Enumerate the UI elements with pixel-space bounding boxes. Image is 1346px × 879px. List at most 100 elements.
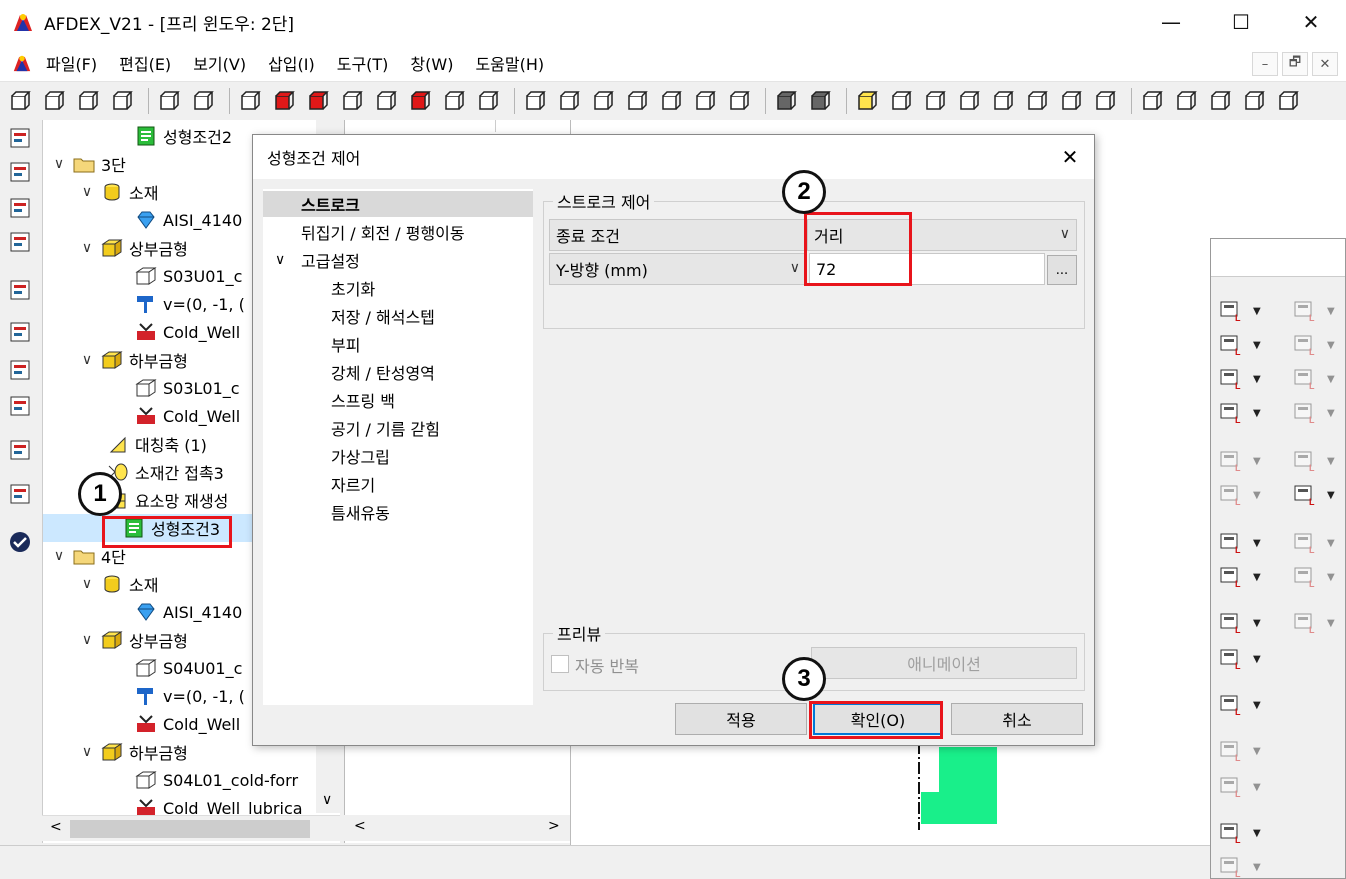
tree-row[interactable]: ∨ 상부금형 [79,626,188,654]
minimize-button[interactable]: — [1136,0,1206,44]
palette-icon[interactable] [806,87,834,115]
open-folder-icon[interactable] [74,87,102,115]
tree-row[interactable]: ∨ 3단 [51,150,126,178]
direction-select[interactable]: Y-방향 (mm) ∨ [549,253,807,285]
new-file-icon[interactable] [6,87,34,115]
wl-icon[interactable]: L ▼ [1219,645,1275,673]
cube-side-icon[interactable] [372,87,400,115]
head-icon[interactable] [725,87,753,115]
box-shade-icon[interactable] [1023,87,1051,115]
hatch-icon[interactable]: L ▼ [1293,609,1346,637]
check-icon[interactable] [8,530,32,554]
list-up-icon[interactable] [8,320,32,344]
tree-hscroll-thumb[interactable] [70,820,310,838]
cube-section-icon[interactable] [474,87,502,115]
nav-item[interactable]: 공기 / 기름 갇힘 [331,415,440,441]
layer-icon[interactable]: L ▼ [1293,529,1346,557]
apply-button[interactable]: 적용 [675,703,807,735]
menu-help[interactable]: 도움말(H) [475,51,544,75]
menu-file[interactable]: 파일(F) [46,51,97,75]
display-icon[interactable] [8,230,32,254]
spring-h-icon[interactable]: L ▼ [1219,609,1275,637]
chevron-down-icon[interactable]: ∨ [51,548,67,564]
chevron-down-icon[interactable]: ∨ [79,576,95,592]
tree-row[interactable]: ∨ 하부금형 [79,738,188,766]
pen-icon[interactable]: L ▼ [1293,365,1346,393]
zoom-fit-icon[interactable] [1206,87,1234,115]
chevron-down-icon[interactable]: ∨ [51,156,67,172]
auto-repeat-checkbox[interactable] [551,655,569,673]
import-icon[interactable] [155,87,183,115]
cube-cut-icon[interactable] [440,87,468,115]
nav-item[interactable]: 강체 / 탄성영역 [331,359,435,385]
zoom-window-icon[interactable] [1138,87,1166,115]
box-front-icon[interactable] [887,87,915,115]
result-icon[interactable] [8,196,32,220]
cube-red-icon[interactable] [270,87,298,115]
chevron-down-icon[interactable]: ∨ [79,744,95,760]
hammer-h-icon[interactable]: L ▼ [1219,365,1275,393]
part-l-icon[interactable]: L ▼ [1219,737,1275,765]
nav-item[interactable]: 뒤집기 / 회전 / 평행이동 [301,219,465,245]
rotate-ccw-icon[interactable] [691,87,719,115]
nav-item[interactable]: 가상그립 [331,443,390,469]
nav-item[interactable]: 부피 [331,331,360,357]
fl-icon[interactable]: L ▼ [1219,691,1275,719]
menu-window[interactable]: 창(W) [410,51,453,75]
tree-row[interactable]: ∨ 소재 [79,178,158,206]
monitor-icon[interactable] [8,278,32,302]
box-grid-icon[interactable] [921,87,949,115]
chevron-down-icon[interactable]: ∨ [79,184,95,200]
swap-icon[interactable] [1057,87,1085,115]
chevron-down-icon[interactable]: ∨ [79,240,95,256]
tree-row[interactable]: Cold_Well [107,402,240,430]
rotate-down-icon[interactable] [623,87,651,115]
nav-item[interactable]: 틈새유동 [331,499,390,525]
animation-button[interactable]: 애니메이션 [811,647,1077,679]
mid-scroll-right-icon[interactable]: > [548,818,560,834]
material-l-icon[interactable]: L ▼ [1219,331,1275,359]
tree-row[interactable]: ∨ 소재 [79,570,158,598]
box-mesh-icon[interactable] [989,87,1017,115]
cm-icon[interactable]: L ▼ [1219,563,1275,591]
tree-view-icon[interactable] [8,126,32,150]
die-l2-icon[interactable]: L ▼ [1219,481,1275,509]
tree-row[interactable]: 성형조건2 [107,122,232,150]
model-icon[interactable] [8,160,32,184]
zoom-in-icon[interactable] [1172,87,1200,115]
tree-row[interactable]: AISI_4140 [107,598,242,626]
tree-horizontal-scrollbar[interactable]: < [42,815,340,841]
nav-item[interactable]: 자르기 [331,471,375,497]
pan-hand-icon[interactable] [1240,87,1268,115]
chevron-down-icon[interactable]: ∨ [79,632,95,648]
rotate-cw-icon[interactable] [657,87,685,115]
nav-item[interactable]: ∨ 고급설정 [275,247,360,273]
cancel-button[interactable]: 취소 [951,703,1083,735]
rotate-y-icon[interactable] [555,87,583,115]
animal-icon[interactable]: L ▼ [1293,331,1346,359]
box-wire-icon[interactable] [955,87,983,115]
cube-red-top-icon[interactable] [406,87,434,115]
tree-row[interactable]: 대칭축 (1) [79,430,207,458]
part-l2-icon[interactable]: L ▼ [1219,773,1275,801]
browse-button[interactable]: ... [1047,255,1077,285]
tree-row[interactable]: Cold_Well [107,318,240,346]
nav-item[interactable]: 스트로크 [263,191,533,217]
menu-view[interactable]: 보기(V) [193,51,246,75]
dialog-close-button[interactable]: ✕ [1058,145,1082,169]
middle-horizontal-scrollbar[interactable]: < > [344,815,570,841]
cube-outline-icon[interactable] [338,87,366,115]
rotate-x-icon[interactable] [521,87,549,115]
menu-edit[interactable]: 편집(E) [119,51,171,75]
cube-wire-icon[interactable] [236,87,264,115]
compare-icon[interactable] [8,438,32,462]
flag-icon[interactable]: L ▼ [1293,563,1346,591]
bracket-l2-icon[interactable]: L ▼ [1219,853,1275,879]
export-icon[interactable] [189,87,217,115]
rotate-view-icon[interactable] [1274,87,1302,115]
probe-icon[interactable] [8,482,32,506]
mdi-minimize-button[interactable]: – [1252,52,1278,76]
list-down-icon[interactable] [8,358,32,382]
mdi-restore-button[interactable]: 🗗 [1282,52,1308,76]
open-file-icon[interactable] [40,87,68,115]
